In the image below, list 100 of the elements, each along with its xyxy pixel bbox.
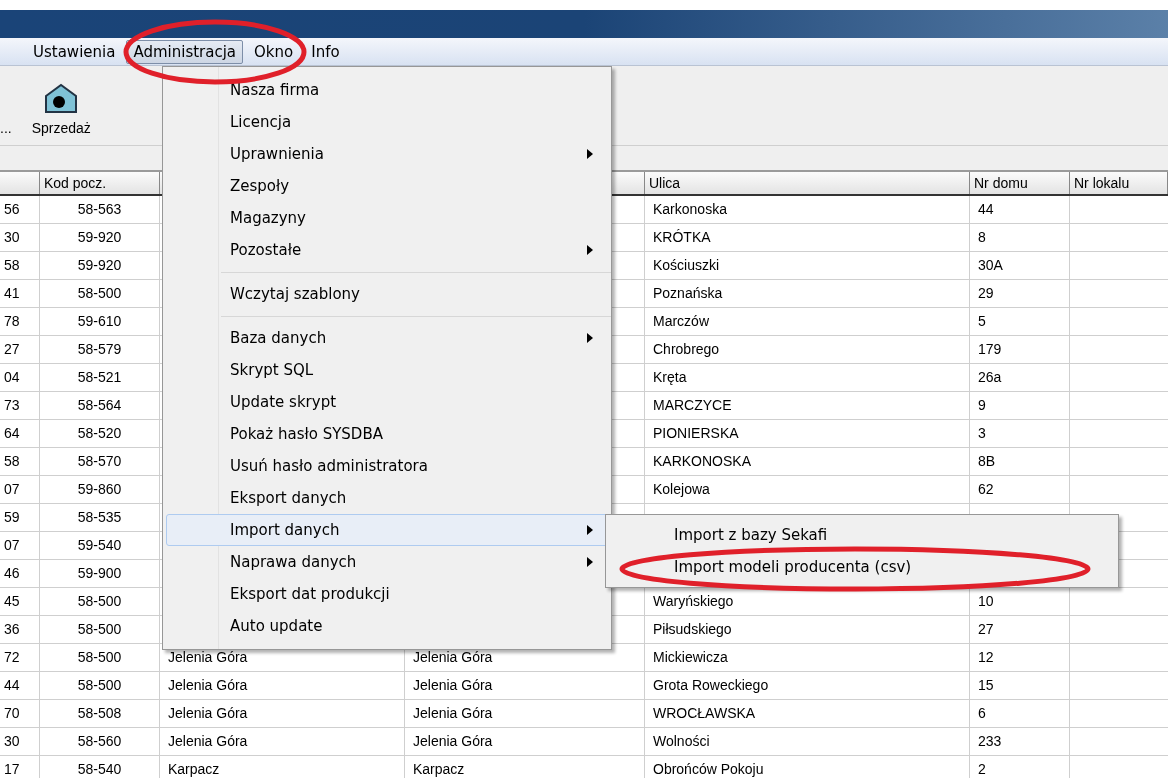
table-cell: 59-610 (40, 308, 160, 335)
menu-item[interactable]: Pokaż hasło SYSDBA (166, 418, 608, 450)
menu-bar-item[interactable]: Info (304, 39, 347, 64)
table-cell: 15 (970, 672, 1070, 699)
table-cell: 04 (0, 364, 40, 391)
menu-item[interactable]: Zespoły (166, 170, 608, 202)
table-cell: 233 (970, 728, 1070, 755)
table-cell: Kręta (645, 364, 970, 391)
table-cell: 36 (0, 616, 40, 643)
column-header[interactable]: Nr domu (970, 172, 1070, 194)
table-cell: 44 (970, 196, 1070, 223)
menu-item[interactable]: Usuń hasło administratora (166, 450, 608, 482)
table-cell: KRÓTKA (645, 224, 970, 251)
table-cell: Karpacz (405, 756, 645, 778)
table-cell: 58-500 (40, 672, 160, 699)
table-cell: 30A (970, 252, 1070, 279)
table-cell: 59-860 (40, 476, 160, 503)
table-cell: 58-560 (40, 728, 160, 755)
table-cell: 58-563 (40, 196, 160, 223)
table-cell: 72 (0, 644, 40, 671)
menu-bar-item[interactable]: Okno (247, 39, 301, 64)
table-cell: 45 (0, 588, 40, 615)
table-cell: 78 (0, 308, 40, 335)
table-cell: 46 (0, 560, 40, 587)
table-cell: 58-500 (40, 280, 160, 307)
toolbar-button[interactable]: Sprzedaż (23, 82, 99, 139)
table-cell: 07 (0, 532, 40, 559)
menu-item[interactable]: Import modeli producenta (csv) (609, 551, 1115, 583)
table-cell: 30 (0, 224, 40, 251)
column-header[interactable]: Ulica (645, 172, 970, 194)
table-cell: 73 (0, 392, 40, 419)
table-cell: 3 (970, 420, 1070, 447)
toolbar-label[interactable]: ... (0, 118, 12, 139)
table-cell: 9 (970, 392, 1070, 419)
table-cell: 58 (0, 448, 40, 475)
menu-bar-item[interactable]: Administracja (126, 39, 244, 64)
table-cell: 58 (0, 252, 40, 279)
table-cell: 59-920 (40, 224, 160, 251)
menu-item[interactable]: Skrypt SQL (166, 354, 608, 386)
table-cell: Piłsudskiego (645, 616, 970, 643)
table-cell: Kościuszki (645, 252, 970, 279)
table-cell: 30 (0, 728, 40, 755)
table-cell: 58-520 (40, 420, 160, 447)
table-cell: MARCZYCE (645, 392, 970, 419)
menu-item[interactable]: Wczytaj szablony (166, 278, 608, 310)
table-cell: 27 (970, 616, 1070, 643)
table-cell: 44 (0, 672, 40, 699)
table-cell: 58-540 (40, 756, 160, 778)
table-cell: 29 (970, 280, 1070, 307)
table-cell: 58-508 (40, 700, 160, 727)
table-cell: 8B (970, 448, 1070, 475)
table-cell: 59-920 (40, 252, 160, 279)
table-cell: 6 (970, 700, 1070, 727)
table-cell: 58-564 (40, 392, 160, 419)
table-cell: 59 (0, 504, 40, 531)
table-cell: 59-540 (40, 532, 160, 559)
menu-item[interactable]: Update skrypt (166, 386, 608, 418)
table-cell: 58-500 (40, 616, 160, 643)
table-cell: 70 (0, 700, 40, 727)
house-icon (43, 82, 80, 114)
menu-item[interactable]: Uprawnienia (166, 138, 608, 170)
table-cell: 64 (0, 420, 40, 447)
submenu-arrow-icon (587, 557, 593, 567)
submenu-arrow-icon (587, 245, 593, 255)
table-cell: 56 (0, 196, 40, 223)
table-cell: 2 (970, 756, 1070, 778)
table-cell: Obrońców Pokoju (645, 756, 970, 778)
table-cell: 62 (970, 476, 1070, 503)
menu-item[interactable]: Eksport dat produkcji (166, 578, 608, 610)
table-cell: 12 (970, 644, 1070, 671)
table-cell: Jelenia Góra (160, 700, 405, 727)
table-cell: Chrobrego (645, 336, 970, 363)
table-cell: 58-579 (40, 336, 160, 363)
menu-item[interactable]: Nasza firma (166, 74, 608, 106)
menu-item[interactable]: Magazyny (166, 202, 608, 234)
table-cell: 58-500 (40, 588, 160, 615)
table-cell: 07 (0, 476, 40, 503)
table-cell: Kolejowa (645, 476, 970, 503)
table-cell: 17 (0, 756, 40, 778)
table-cell: Jelenia Góra (405, 700, 645, 727)
submenu-arrow-icon (587, 333, 593, 343)
table-cell: Wolności (645, 728, 970, 755)
menu-item[interactable]: Baza danych (166, 322, 608, 354)
table-cell: Jelenia Góra (405, 728, 645, 755)
table-cell: Karpacz (160, 756, 405, 778)
column-header[interactable]: Kod pocz. (40, 172, 160, 194)
menu-item[interactable]: Pozostałe (166, 234, 608, 266)
menu-item[interactable]: Auto update (166, 610, 608, 642)
table-cell: 58-521 (40, 364, 160, 391)
table-cell: 58-535 (40, 504, 160, 531)
menu-item[interactable]: Naprawa danych (166, 546, 608, 578)
menu-item[interactable]: Licencja (166, 106, 608, 138)
table-cell: Jelenia Góra (405, 672, 645, 699)
table-cell: 59-900 (40, 560, 160, 587)
menu-item[interactable]: Eksport danych (166, 482, 608, 514)
table-cell: 5 (970, 308, 1070, 335)
column-header[interactable]: Nr lokalu (1070, 172, 1168, 194)
menu-bar-item[interactable]: Ustawienia (26, 39, 123, 64)
menu-item[interactable]: Import danych (166, 514, 608, 546)
table-cell: Poznańska (645, 280, 970, 307)
